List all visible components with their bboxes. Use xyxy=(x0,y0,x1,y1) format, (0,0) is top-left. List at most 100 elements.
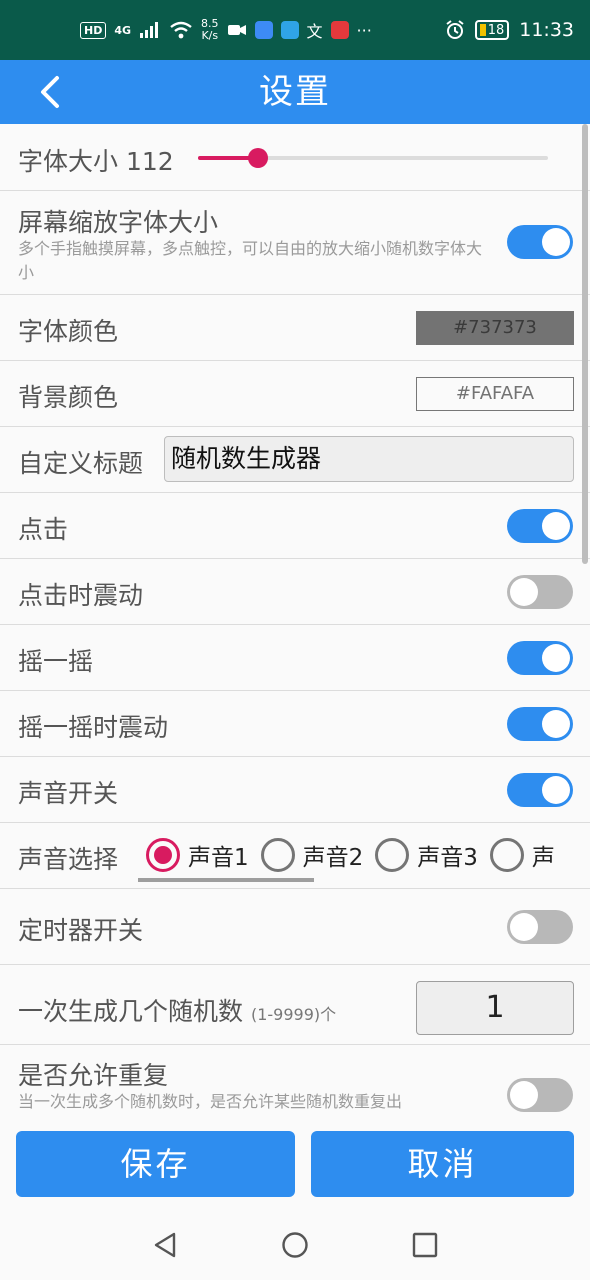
taobao-app-icon xyxy=(330,21,349,39)
font-size-slider[interactable] xyxy=(198,148,548,168)
font-size-label: 字体大小 112 xyxy=(18,147,174,176)
video-icon xyxy=(227,25,246,35)
toggle-knob xyxy=(510,913,538,941)
sound-switch-label: 声音开关 xyxy=(18,779,119,808)
screen-zoom-description: 多个手指触摸屏幕，多点触控，可以自由的放大缩小随机数字体大小 xyxy=(18,239,483,282)
net-speed: 8.5 K/s xyxy=(201,18,219,42)
click-label: 点击 xyxy=(18,515,69,544)
radio-button[interactable] xyxy=(489,838,524,872)
shake-vibrate-toggle[interactable] xyxy=(507,707,573,741)
timer-switch-toggle[interactable] xyxy=(507,910,573,944)
sound-select-label: 声音选择 xyxy=(18,845,119,874)
cloud-app-icon xyxy=(254,21,273,39)
shake-row: 摇一摇 xyxy=(0,625,590,691)
toggle-knob xyxy=(542,710,570,738)
nav-back-button[interactable] xyxy=(145,1225,185,1265)
timer-switch-label: 定时器开关 xyxy=(18,916,144,945)
vertical-scrollbar[interactable] xyxy=(582,124,588,564)
alarm-icon xyxy=(446,20,464,39)
status-bar: HD 4G 8.5 K/s 文 ··· 18 11:33 xyxy=(0,0,590,60)
hd-badge: HD xyxy=(80,21,107,39)
custom-title-label: 自定义标题 xyxy=(18,449,144,478)
app-bar: 设置 xyxy=(0,60,590,124)
click-toggle[interactable] xyxy=(507,509,573,543)
count-label: 一次生成几个随机数 xyxy=(18,997,244,1026)
chevron-left-icon xyxy=(41,76,59,108)
translate-icon: 文 xyxy=(306,22,323,41)
click-vibrate-toggle[interactable] xyxy=(507,575,573,609)
font-size-row: 字体大小 112 xyxy=(0,124,590,191)
triangle-back-icon xyxy=(154,1232,176,1258)
settings-list[interactable]: 字体大小 112 屏幕缩放字体大小 多个手指触摸屏幕，多点触控，可以自由的放大缩… xyxy=(0,124,590,1124)
click-row: 点击 xyxy=(0,493,590,559)
screen-zoom-toggle[interactable] xyxy=(507,225,573,259)
background-color-swatch[interactable]: #FAFAFA xyxy=(416,377,574,411)
timer-switch-row: 定时器开关 xyxy=(0,889,590,965)
count-label-wrap: 一次生成几个随机数 (1-9999)个 xyxy=(18,992,336,1028)
page-title: 设置 xyxy=(259,72,331,112)
sound-option-label: 声音3 xyxy=(417,845,478,871)
toggle-knob xyxy=(542,228,570,256)
signal-icon xyxy=(140,22,159,38)
more-indicator: ··· xyxy=(356,20,372,40)
toggle-knob xyxy=(510,578,538,606)
sound-switch-row: 声音开关 xyxy=(0,757,590,823)
search-app-icon xyxy=(280,21,299,39)
status-icons-right: 18 11:33 xyxy=(445,19,574,41)
custom-title-row: 自定义标题 随机数生成器 xyxy=(0,427,590,493)
radio-button[interactable] xyxy=(146,838,180,872)
font-color-swatch[interactable]: #737373 xyxy=(416,311,574,345)
back-button[interactable] xyxy=(30,72,70,112)
sound-option-4[interactable]: 声 xyxy=(489,838,555,872)
sound-switch-toggle[interactable] xyxy=(507,773,573,807)
custom-title-input[interactable]: 随机数生成器 xyxy=(164,436,574,482)
allow-repeat-toggle[interactable] xyxy=(507,1078,573,1112)
horizontal-scroll-indicator[interactable] xyxy=(138,878,314,882)
system-nav-bar xyxy=(0,1210,590,1280)
wifi-icon xyxy=(170,21,192,39)
nav-recents-button[interactable] xyxy=(405,1225,445,1265)
shake-vibrate-label: 摇一摇时震动 xyxy=(18,713,169,742)
toggle-knob xyxy=(542,644,570,672)
battery-icon: 18 xyxy=(474,20,510,40)
radio-button[interactable] xyxy=(260,838,295,872)
allow-repeat-label: 是否允许重复 xyxy=(18,1061,169,1090)
shake-vibrate-row: 摇一摇时震动 xyxy=(0,691,590,757)
sound-option-2[interactable]: 声音2 xyxy=(260,838,364,872)
shake-toggle[interactable] xyxy=(507,641,573,675)
clock: 11:33 xyxy=(519,19,574,41)
network-type: 4G xyxy=(114,23,132,37)
sound-select-row: 声音选择 声音1 声音2 声音3 声 xyxy=(0,823,590,889)
sound-option-label: 声 xyxy=(531,845,555,871)
font-size-slider-thumb[interactable] xyxy=(247,148,268,168)
toggle-knob xyxy=(510,1081,538,1109)
status-icons-left: HD 4G 8.5 K/s 文 ··· xyxy=(80,18,372,42)
screen-zoom-label: 屏幕缩放字体大小 xyxy=(18,208,219,237)
count-range: (1-9999)个 xyxy=(250,1005,337,1024)
shake-label: 摇一摇 xyxy=(18,647,94,676)
font-size-value: 112 xyxy=(125,147,174,176)
count-input[interactable]: 1 xyxy=(416,981,574,1035)
background-color-label: 背景颜色 xyxy=(18,383,119,412)
toggle-knob xyxy=(542,776,570,804)
sound-option-1[interactable]: 声音1 xyxy=(146,838,249,872)
background-color-row: 背景颜色 #FAFAFA xyxy=(0,361,590,427)
allow-repeat-description: 当一次生成多个随机数时，是否允许某些随机数重复出 xyxy=(18,1092,403,1111)
circle-home-icon xyxy=(282,1232,308,1258)
nav-home-button[interactable] xyxy=(275,1225,315,1265)
radio-button[interactable] xyxy=(375,838,410,872)
net-speed-unit: K/s xyxy=(201,29,219,42)
click-vibrate-row: 点击时震动 xyxy=(0,559,590,625)
sound-option-label: 声音1 xyxy=(188,845,249,871)
sound-option-label: 声音2 xyxy=(302,845,364,871)
cancel-button[interactable]: 取消 xyxy=(311,1131,574,1197)
toggle-knob xyxy=(542,512,570,540)
battery-fill xyxy=(479,24,486,36)
sound-option-3[interactable]: 声音3 xyxy=(375,838,478,872)
battery-level: 18 xyxy=(487,22,505,38)
font-color-label: 字体颜色 xyxy=(18,317,119,346)
click-vibrate-label: 点击时震动 xyxy=(18,581,144,610)
save-button[interactable]: 保存 xyxy=(16,1131,295,1197)
count-row: 一次生成几个随机数 (1-9999)个 1 xyxy=(0,965,590,1045)
screen-zoom-row: 屏幕缩放字体大小 多个手指触摸屏幕，多点触控，可以自由的放大缩小随机数字体大小 xyxy=(0,191,590,295)
